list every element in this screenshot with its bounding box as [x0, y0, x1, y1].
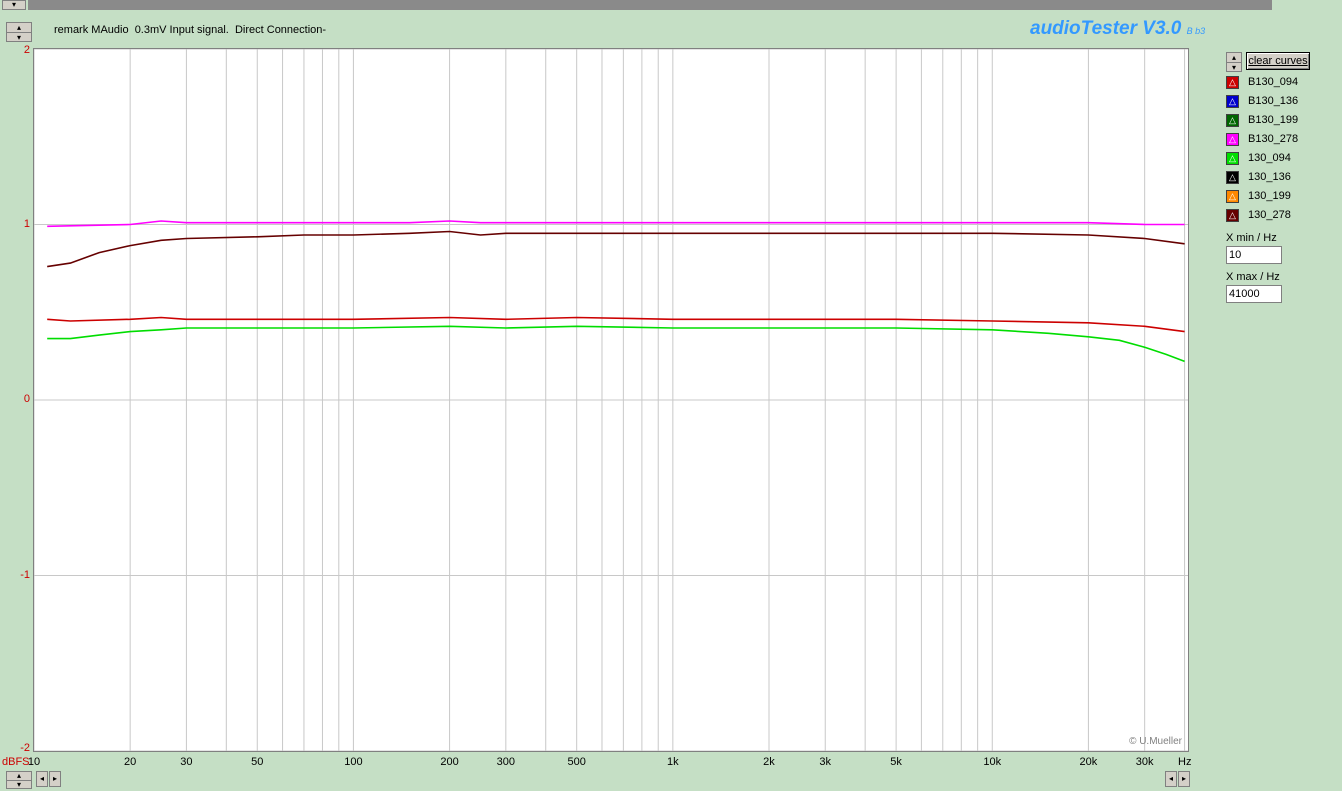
legend-swatch-icon[interactable]: △ — [1226, 189, 1239, 203]
curves-spinner[interactable]: ▴ ▾ — [1226, 52, 1242, 72]
y-tick-label: -2 — [20, 742, 30, 754]
legend-swatch-icon[interactable]: △ — [1226, 113, 1239, 127]
scroll-right-icon[interactable]: ▸ — [1178, 771, 1190, 787]
legend-item[interactable]: △ 130_094 — [1226, 150, 1291, 166]
remark-spinner[interactable]: ▴ ▾ — [6, 22, 32, 42]
legend-swatch-icon[interactable]: △ — [1226, 94, 1239, 108]
series-line-b130_278 — [47, 220, 1185, 228]
legend-item[interactable]: △ B130_199 — [1226, 112, 1298, 128]
x-tick-label: 10k — [983, 756, 1002, 768]
y-tick-label: 1 — [23, 217, 30, 230]
spinner-up-icon[interactable]: ▴ — [7, 772, 31, 780]
legend-item[interactable]: △ B130_278 — [1226, 131, 1298, 147]
spinner-up-icon[interactable]: ▴ — [1227, 53, 1241, 62]
y-tick-label: 2 — [23, 44, 30, 56]
app-version-suffix: B b3 — [1186, 26, 1206, 36]
spinner-down-icon[interactable]: ▾ — [7, 32, 31, 42]
series-line-b130_094 — [47, 316, 1185, 333]
top-scrollbar[interactable]: ▾ — [0, 0, 1342, 12]
spinner-up-icon[interactable]: ▴ — [7, 23, 31, 32]
legend-item[interactable]: △ 130_136 — [1226, 169, 1291, 185]
scroll-left-icon[interactable]: ◂ — [36, 771, 48, 787]
x-tick-label: 3k — [819, 756, 832, 768]
legend-swatch-icon[interactable]: △ — [1226, 75, 1239, 89]
x-tick-label: 100 — [344, 756, 363, 768]
legend-label: B130_136 — [1248, 95, 1299, 107]
x-tick-label: 5k — [890, 756, 902, 768]
xmin-label: X min / Hz — [1226, 232, 1277, 244]
legend-label: 130_278 — [1248, 209, 1291, 221]
scroll-right-icon[interactable]: ▸ — [49, 771, 61, 787]
legend-label: 130_136 — [1248, 171, 1291, 183]
legend-item[interactable]: △ 130_199 — [1226, 188, 1291, 204]
x-tick-label: 20 — [124, 756, 137, 768]
legend-label: 130_094 — [1248, 152, 1291, 164]
x-tick-label: 30k — [1135, 756, 1154, 768]
remark-text: remark MAudio 0.3mV Input signal. Direct… — [54, 24, 327, 36]
spinner-down-icon[interactable]: ▾ — [1227, 62, 1241, 72]
clear-curves-button[interactable]: clear curves — [1246, 52, 1310, 70]
legend-swatch-icon[interactable]: △ — [1226, 151, 1239, 165]
plot-area: © U.Mueller — [33, 48, 1189, 752]
legend-swatch-icon[interactable]: △ — [1226, 208, 1239, 222]
xmin-input[interactable] — [1226, 246, 1282, 264]
y-axis-unit-label: dBFS — [2, 756, 30, 768]
top-dropdown-button[interactable]: ▾ — [2, 0, 26, 10]
x-tick-label: 10 — [27, 756, 41, 768]
copyright-label: © U.Mueller — [1129, 736, 1182, 747]
x-tick-label: 500 — [567, 756, 586, 768]
x-tick-label: 20k — [1079, 756, 1098, 768]
x-tick-label: 300 — [496, 756, 515, 768]
app-title-text: audioTester V3.0 — [1030, 18, 1182, 39]
legend-item[interactable]: △ 130_278 — [1226, 207, 1291, 223]
legend-label: 130_199 — [1248, 190, 1291, 202]
xmax-label: X max / Hz — [1226, 271, 1280, 283]
xmax-input[interactable] — [1226, 285, 1282, 303]
frequency-response-chart — [34, 49, 1188, 751]
legend-label: B130_278 — [1248, 133, 1299, 145]
scroll-left-icon[interactable]: ◂ — [1165, 771, 1177, 787]
top-scrollbar-track[interactable] — [28, 0, 1272, 10]
x-tick-label: 200 — [440, 756, 459, 768]
legend-swatch-icon[interactable]: △ — [1226, 132, 1239, 146]
series-line-130_278 — [47, 230, 1185, 268]
series-line-130_094 — [47, 325, 1185, 363]
legend-item[interactable]: △ B130_094 — [1226, 74, 1298, 90]
x-tick-label: 1k — [667, 756, 679, 768]
x-axis-unit-label: Hz — [1178, 756, 1192, 768]
y-tick-label: 0 — [23, 393, 30, 405]
x-tick-label: 30 — [180, 756, 193, 768]
y-tick-label: -1 — [20, 568, 30, 581]
spinner-down-icon[interactable]: ▾ — [7, 780, 31, 789]
legend-swatch-icon[interactable]: △ — [1226, 170, 1239, 184]
legend-label: B130_199 — [1248, 114, 1299, 126]
x-tick-label: 50 — [251, 756, 264, 768]
bottom-spinner[interactable]: ▴ ▾ — [6, 771, 32, 789]
x-tick-label: 2k — [763, 756, 775, 768]
app-title: audioTester V3.0 B b3 — [1030, 18, 1205, 40]
legend-item[interactable]: △ B130_136 — [1226, 93, 1298, 109]
legend-label: B130_094 — [1248, 76, 1299, 88]
